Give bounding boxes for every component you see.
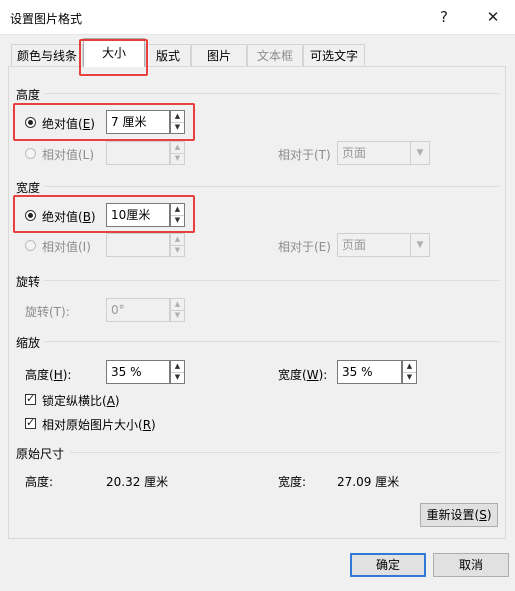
rotation-label: 旋转(T): xyxy=(25,305,70,319)
spin-down-icon: ▼ xyxy=(174,154,181,162)
height-absolute-input[interactable]: 7 厘米 xyxy=(106,110,170,134)
cancel-button[interactable]: 取消 xyxy=(433,553,509,577)
spin-down-icon[interactable]: ▼ xyxy=(171,372,184,383)
chevron-down-icon: ▼ xyxy=(410,142,429,164)
tab-textbox: 文本框 xyxy=(247,44,303,66)
section-divider xyxy=(44,341,499,342)
reset-button[interactable]: 重新设置(S) xyxy=(420,503,498,527)
rotation-input: 0° xyxy=(106,298,170,322)
height-absolute-spinner[interactable]: ▲ ▼ xyxy=(170,110,185,134)
width-relative-radio xyxy=(25,240,36,251)
original-width-value: 27.09 厘米 xyxy=(337,475,400,489)
width-relative-to-select: 页面 ▼ xyxy=(337,233,430,257)
height-relative-radio xyxy=(25,148,36,159)
width-absolute-spinner[interactable]: ▲ ▼ xyxy=(170,203,185,227)
height-relative-spinner: ▲ ▼ xyxy=(170,141,185,165)
section-divider xyxy=(44,93,499,94)
spin-down-icon: ▼ xyxy=(174,311,181,319)
spin-down-icon[interactable]: ▼ xyxy=(403,372,416,383)
help-button[interactable]: ? xyxy=(433,6,455,28)
close-icon[interactable]: ✕ xyxy=(482,6,504,28)
height-absolute-radio[interactable] xyxy=(25,117,36,128)
scale-width-input[interactable]: 35 % xyxy=(337,360,402,384)
scale-width-label: 宽度(W): xyxy=(278,368,328,382)
height-relative-to-value: 页面 xyxy=(342,146,367,160)
width-relative-label: 相对值(I) xyxy=(42,240,91,254)
original-height-value: 20.32 厘米 xyxy=(106,475,169,489)
scale-width-spinner[interactable]: ▲ ▼ xyxy=(402,360,417,384)
dialog-title: 设置图片格式 xyxy=(10,12,83,26)
section-divider xyxy=(44,280,499,281)
rotation-spinner: ▲ ▼ xyxy=(170,298,185,322)
lock-aspect-ratio-label: 锁定纵横比(A) xyxy=(42,394,120,408)
scale-height-spinner[interactable]: ▲ ▼ xyxy=(170,360,185,384)
height-relative-to-label: 相对于(T) xyxy=(278,148,331,162)
tab-alt-text[interactable]: 可选文字 xyxy=(303,44,365,66)
section-title-rotation: 旋转 xyxy=(16,275,41,289)
height-relative-label: 相对值(L) xyxy=(42,148,95,162)
section-divider xyxy=(44,186,499,187)
height-relative-input xyxy=(106,141,170,165)
spin-down-icon[interactable]: ▼ xyxy=(171,215,184,226)
section-title-width: 宽度 xyxy=(16,181,41,195)
width-absolute-input[interactable]: 10厘米 xyxy=(106,203,170,227)
original-height-label: 高度: xyxy=(25,475,54,489)
scale-height-label: 高度(H): xyxy=(25,368,72,382)
width-absolute-label: 绝对值(B) xyxy=(42,210,96,224)
spin-down-icon[interactable]: ▼ xyxy=(171,122,184,133)
tab-layout[interactable]: 版式 xyxy=(145,44,191,66)
original-width-label: 宽度: xyxy=(278,475,307,489)
height-absolute-label: 绝对值(E) xyxy=(42,117,95,131)
relative-original-size-checkbox[interactable] xyxy=(25,416,36,430)
relative-original-size-label: 相对原始图片大小(R) xyxy=(42,418,156,432)
lock-aspect-ratio-checkbox[interactable] xyxy=(25,392,36,406)
scale-height-input[interactable]: 35 % xyxy=(106,360,170,384)
ok-button[interactable]: 确定 xyxy=(350,553,426,577)
tab-colors-lines[interactable]: 颜色与线条 xyxy=(11,44,83,66)
width-relative-input xyxy=(106,233,170,257)
width-relative-spinner: ▲ ▼ xyxy=(170,233,185,257)
spin-down-icon: ▼ xyxy=(174,246,181,254)
height-relative-to-select: 页面 ▼ xyxy=(337,141,430,165)
tab-picture[interactable]: 图片 xyxy=(191,44,247,66)
section-title-scale: 缩放 xyxy=(16,336,41,350)
section-divider xyxy=(70,452,499,453)
section-title-height: 高度 xyxy=(16,88,41,102)
chevron-down-icon: ▼ xyxy=(410,234,429,256)
width-relative-to-label: 相对于(E) xyxy=(278,240,331,254)
tab-size-highlight xyxy=(79,39,148,76)
width-relative-to-value: 页面 xyxy=(342,238,367,252)
width-absolute-radio[interactable] xyxy=(25,210,36,221)
section-title-original-size: 原始尺寸 xyxy=(16,447,65,461)
